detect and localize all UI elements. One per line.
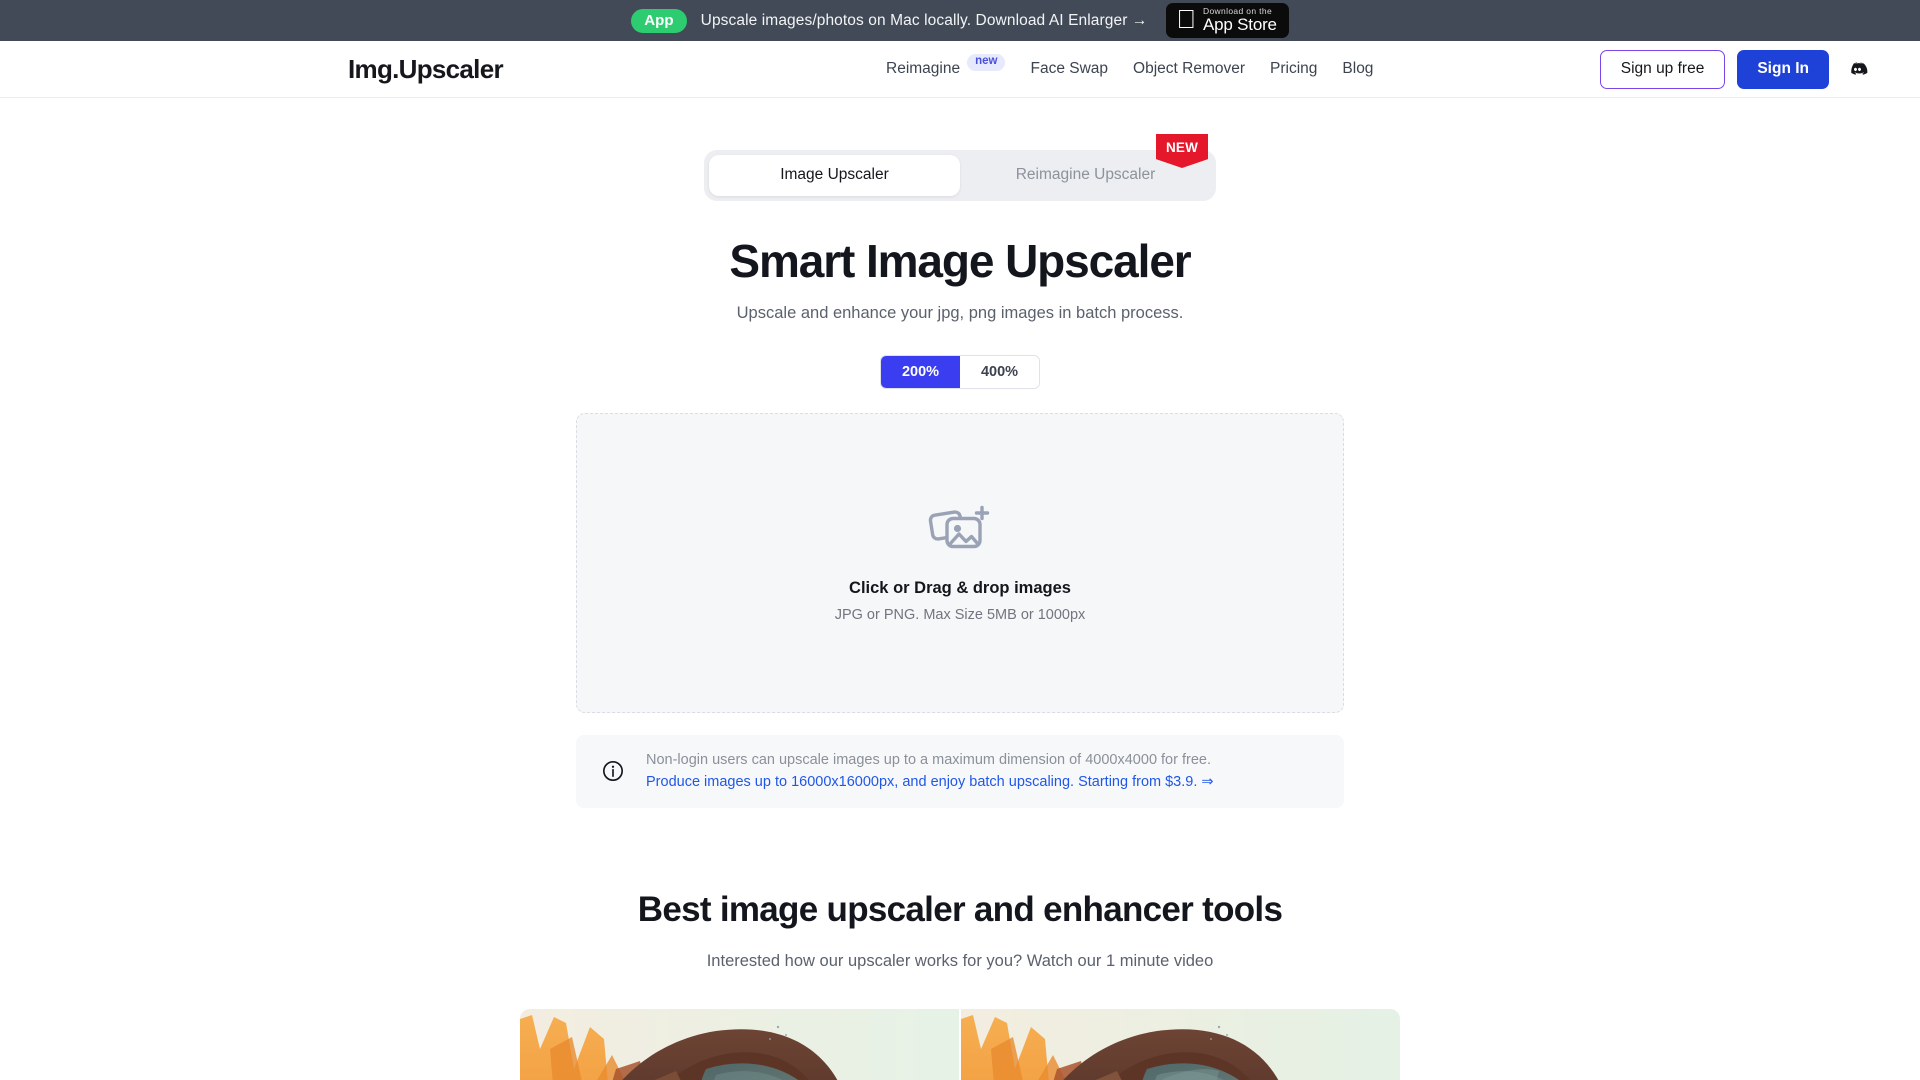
app-store-badge[interactable]:  Download on the App Store [1166,2,1289,39]
notice-upgrade-link[interactable]: Produce images up to 16000x16000px, and … [646,774,1214,790]
image-dropzone[interactable]: Click or Drag & drop images JPG or PNG. … [576,413,1344,713]
tab-reimagine-upscaler-label: Reimagine Upscaler [1015,166,1156,183]
nav-item-object-remover[interactable]: Object Remover [1133,60,1245,78]
app-badge: App [631,8,687,33]
dropzone-title: Click or Drag & drop images [849,579,1071,597]
section-subtitle: Interested how our upscaler works for yo… [706,952,1214,970]
logo-text: Img.Upscaler [348,53,504,84]
page-title: Smart Image Upscaler [729,235,1191,287]
section-title: Best image upscaler and enhancer tools [637,890,1283,929]
sign-up-free-button[interactable]: Sign up free [1599,49,1726,89]
nav-item-pricing[interactable]: Pricing [1270,60,1317,78]
site-header: Img.Upscaler Reimagine new Face Swap Obj… [0,41,1920,98]
comparison-image-original[interactable] [520,1009,959,1080]
nav-new-badge: new [967,53,1006,71]
upgrade-notice: Non-login users can upscale images up to… [576,735,1344,808]
info-icon [603,761,623,781]
discord-icon [1851,62,1868,75]
scale-toggle-group: 200% 400% [880,355,1040,389]
app-store-badge-label: App Store [1193,15,1277,35]
discord-icon-button[interactable] [1845,55,1870,84]
sign-in-button[interactable]: Sign In [1737,49,1829,89]
comparison-image-upscaled[interactable] [961,1009,1400,1080]
nav-item-face-swap[interactable]: Face Swap [1030,60,1108,78]
scale-option-200[interactable]: 200% [881,356,960,388]
upscaler-tab-switcher: Image Upscaler Reimagine Upscaler NEW [704,134,1216,201]
before-after-comparison[interactable] [520,1009,1400,1080]
nav-item-blog[interactable]: Blog [1342,60,1373,78]
main-navigation: Reimagine new Face Swap Object Remover P… [886,53,1373,78]
notice-free-limit-text: Non-login users can upscale images up to… [646,752,1211,768]
promo-text: Upscale images/photos on Mac locally. Do… [700,11,1148,29]
site-logo[interactable]: Img.Upscaler [348,53,504,85]
tab-image-upscaler[interactable]: Image Upscaler [709,155,960,196]
nav-link-reimagine[interactable]: Reimagine [886,60,960,78]
app-store-badge-small-label: Download on the [1193,5,1272,16]
promo-banner[interactable]: App Upscale images/photos on Mac locally… [0,0,1920,41]
nav-item-reimagine[interactable]: Reimagine new [886,53,1006,78]
apple-logo-icon:  [1176,6,1196,32]
add-photos-icon [928,505,990,549]
dropzone-subtitle: JPG or PNG. Max Size 5MB or 1000px [834,607,1086,623]
header-actions: Sign up free Sign In [1599,49,1870,89]
page-subtitle: Upscale and enhance your jpg, png images… [736,304,1184,322]
scale-option-400[interactable]: 400% [960,356,1039,388]
main-content: Image Upscaler Reimagine Upscaler NEW Sm… [0,134,1920,1080]
